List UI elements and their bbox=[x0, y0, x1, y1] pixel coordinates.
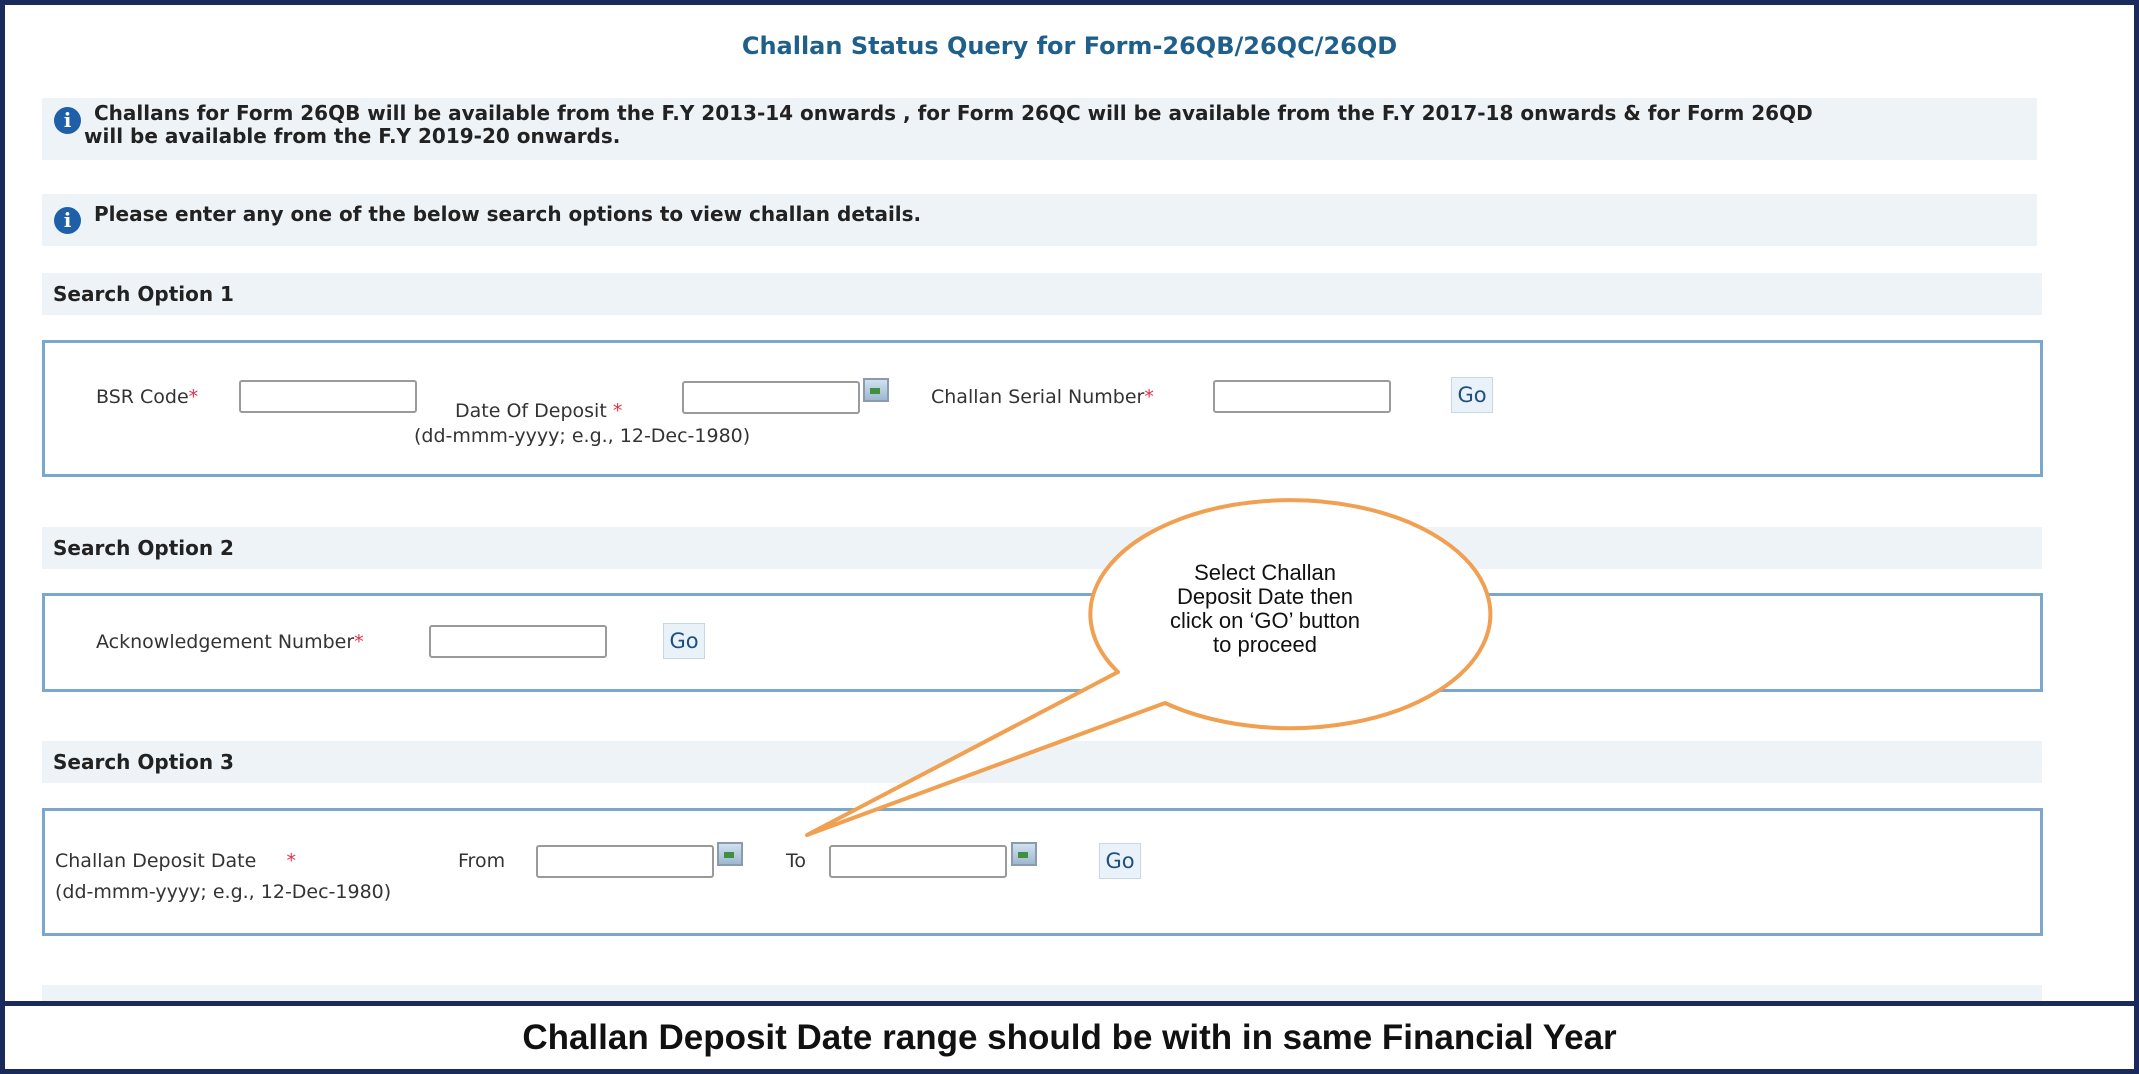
bottom-note-banner: Challan Deposit Date range should be wit… bbox=[0, 1001, 2139, 1074]
callout-text: Select Challan Deposit Date then click o… bbox=[1170, 560, 1360, 657]
callout-bubble bbox=[805, 498, 1493, 837]
callout-shape bbox=[805, 498, 1493, 837]
